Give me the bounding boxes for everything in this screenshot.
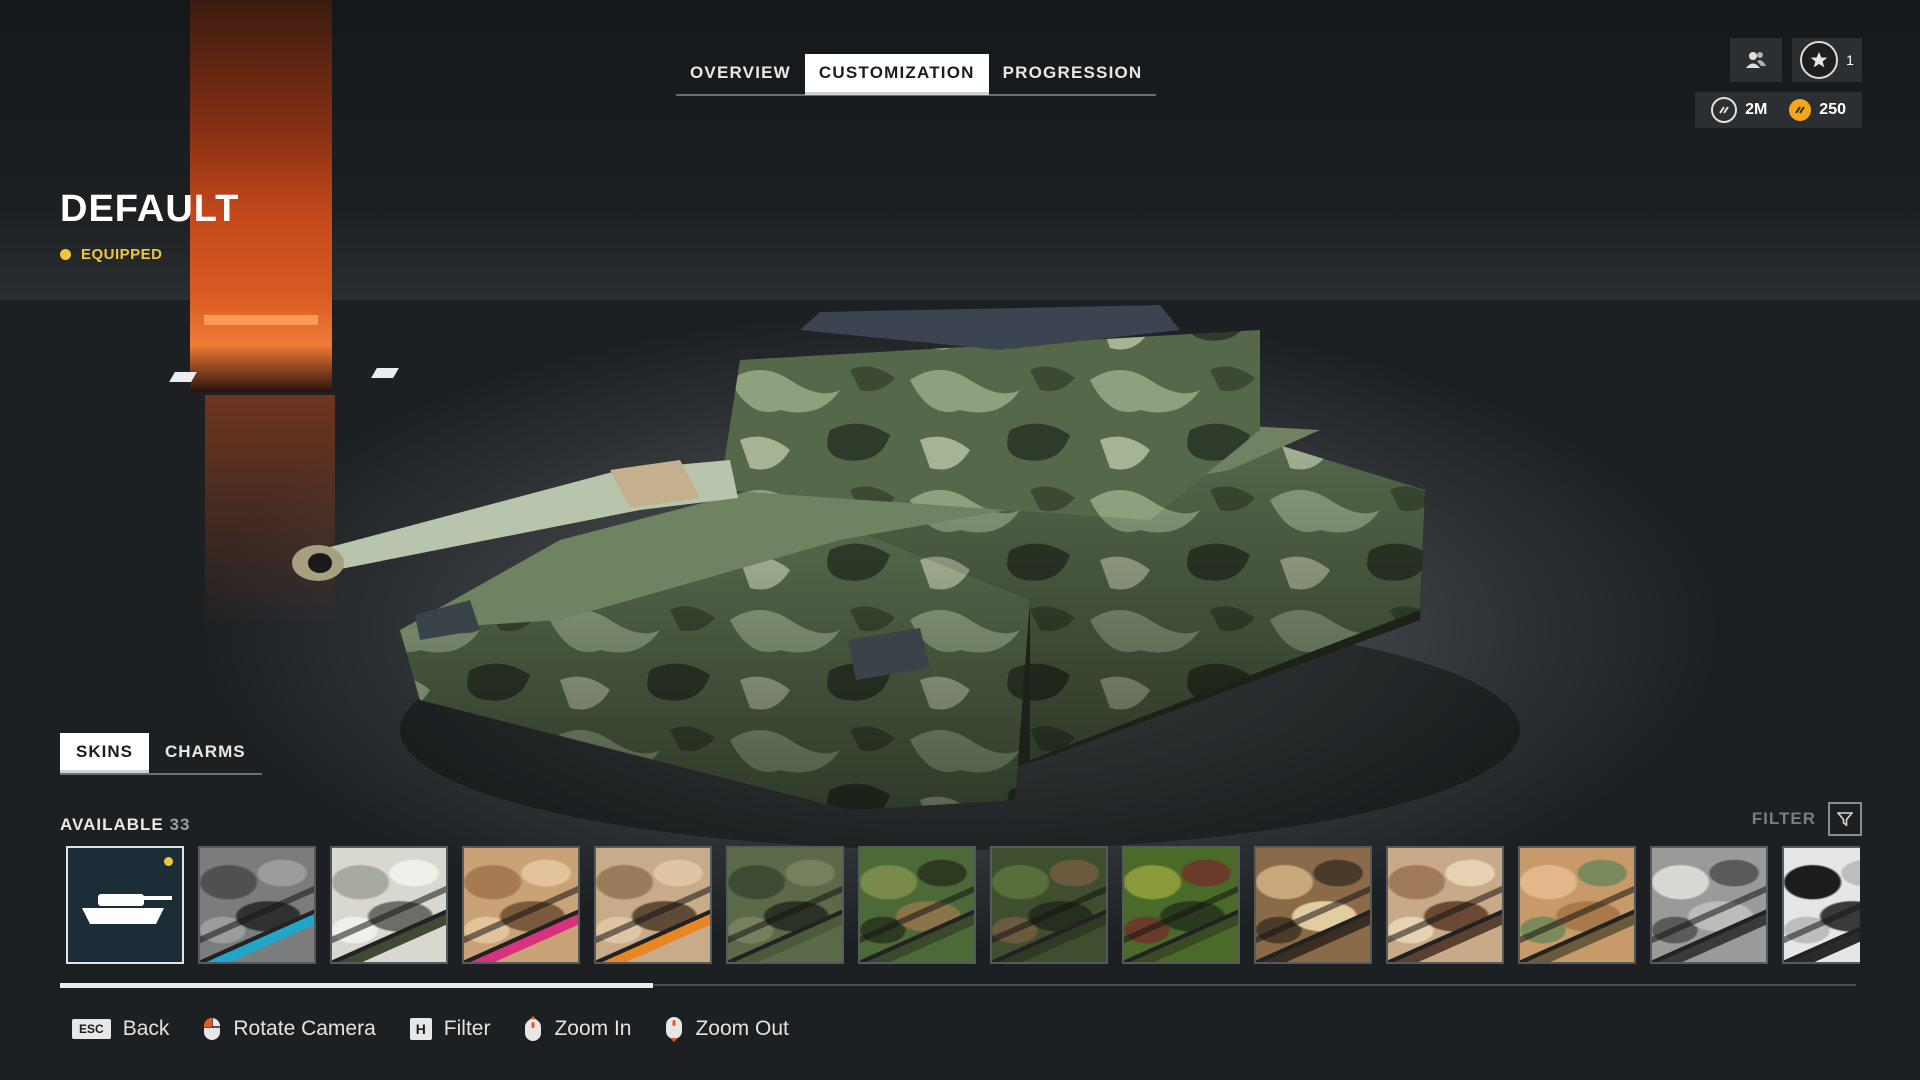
skin-swatch-forest[interactable] xyxy=(990,846,1108,964)
control-hints: ESC Back Rotate Camera H Filter Zoom In … xyxy=(72,1016,789,1042)
filter-button[interactable]: FILTER xyxy=(1752,802,1862,836)
hint-filter[interactable]: H Filter xyxy=(409,1017,491,1041)
tab-skins[interactable]: SKINS xyxy=(60,733,149,773)
skin-carousel[interactable] xyxy=(66,846,1860,966)
rank-star-icon xyxy=(1800,41,1839,79)
mouse-scroll-up-icon xyxy=(525,1016,542,1041)
funnel-icon xyxy=(1828,802,1862,836)
friends-button[interactable] xyxy=(1730,38,1782,82)
skin-swatch-urban-grey[interactable] xyxy=(198,846,316,964)
status-label: EQUIPPED xyxy=(81,246,163,263)
skin-swatch-desert-sand[interactable] xyxy=(594,846,712,964)
hint-zoom-in: Zoom In xyxy=(524,1016,631,1042)
available-count: AVAILABLE 33 xyxy=(60,815,190,835)
tab-customization[interactable]: CUSTOMIZATION xyxy=(804,54,989,95)
skin-swatch-tan-brown[interactable] xyxy=(1386,846,1504,964)
skin-swatch-snow[interactable] xyxy=(330,846,448,964)
tab-progression[interactable]: PROGRESSION xyxy=(989,54,1157,92)
h-key-icon: H xyxy=(409,1018,432,1040)
gold-amount: 250 xyxy=(1819,101,1846,118)
available-number: 33 xyxy=(169,815,191,834)
gold: 250 xyxy=(1789,99,1846,121)
skin-title: DEFAULT xyxy=(60,188,240,230)
credits-amount: 2M xyxy=(1745,101,1768,118)
skin-swatch-woodland[interactable] xyxy=(858,846,976,964)
status-dot-icon xyxy=(60,249,71,260)
rank-level: 1 xyxy=(1846,52,1854,68)
new-item-badge xyxy=(164,857,173,866)
skin-swatch-arctic-grey[interactable] xyxy=(1650,846,1768,964)
skin-swatch-olive[interactable] xyxy=(726,846,844,964)
customization-subtabs: SKINS CHARMS xyxy=(60,733,262,775)
credits: 2M xyxy=(1711,97,1767,123)
hint-label: Back xyxy=(122,1017,170,1040)
skin-swatch-desert-tan[interactable] xyxy=(462,846,580,964)
equipped-status: EQUIPPED xyxy=(60,246,163,263)
skin-swatch-zebra[interactable] xyxy=(1782,846,1860,964)
available-label: AVAILABLE xyxy=(60,815,164,834)
currency-bar: 2M 250 xyxy=(1695,92,1862,128)
mouse-left-icon xyxy=(204,1018,221,1040)
hint-label: Zoom In xyxy=(554,1017,632,1040)
hint-label: Filter xyxy=(443,1017,491,1040)
mouse-scroll-down-icon xyxy=(666,1017,683,1042)
gold-icon xyxy=(1789,99,1812,121)
skin-swatch-default-tank[interactable] xyxy=(66,846,184,964)
hint-label: Zoom Out xyxy=(695,1017,789,1040)
carousel-scrollbar[interactable] xyxy=(60,983,1856,988)
skin-swatch-desert-green[interactable] xyxy=(1518,846,1636,964)
skin-swatch-flecktarn[interactable] xyxy=(1122,846,1240,964)
scrollbar-thumb[interactable] xyxy=(60,983,653,988)
credits-icon xyxy=(1711,97,1738,123)
filter-label: FILTER xyxy=(1751,809,1816,828)
hint-rotate-camera: Rotate Camera xyxy=(203,1017,376,1041)
tab-overview[interactable]: OVERVIEW xyxy=(676,54,805,92)
rank-button[interactable]: 1 xyxy=(1792,38,1862,82)
player-panel: 1 2M 250 xyxy=(1695,38,1862,128)
esc-key-icon: ESC xyxy=(72,1019,111,1039)
hint-zoom-out: Zoom Out xyxy=(665,1016,789,1042)
hint-back[interactable]: ESC Back xyxy=(72,1017,169,1041)
skin-swatch-brown-camo[interactable] xyxy=(1254,846,1372,964)
main-nav-tabs: OVERVIEW CUSTOMIZATION PROGRESSION xyxy=(676,54,1157,96)
friends-icon xyxy=(1746,52,1766,68)
hint-label: Rotate Camera xyxy=(233,1017,376,1040)
tab-charms[interactable]: CHARMS xyxy=(149,733,262,773)
